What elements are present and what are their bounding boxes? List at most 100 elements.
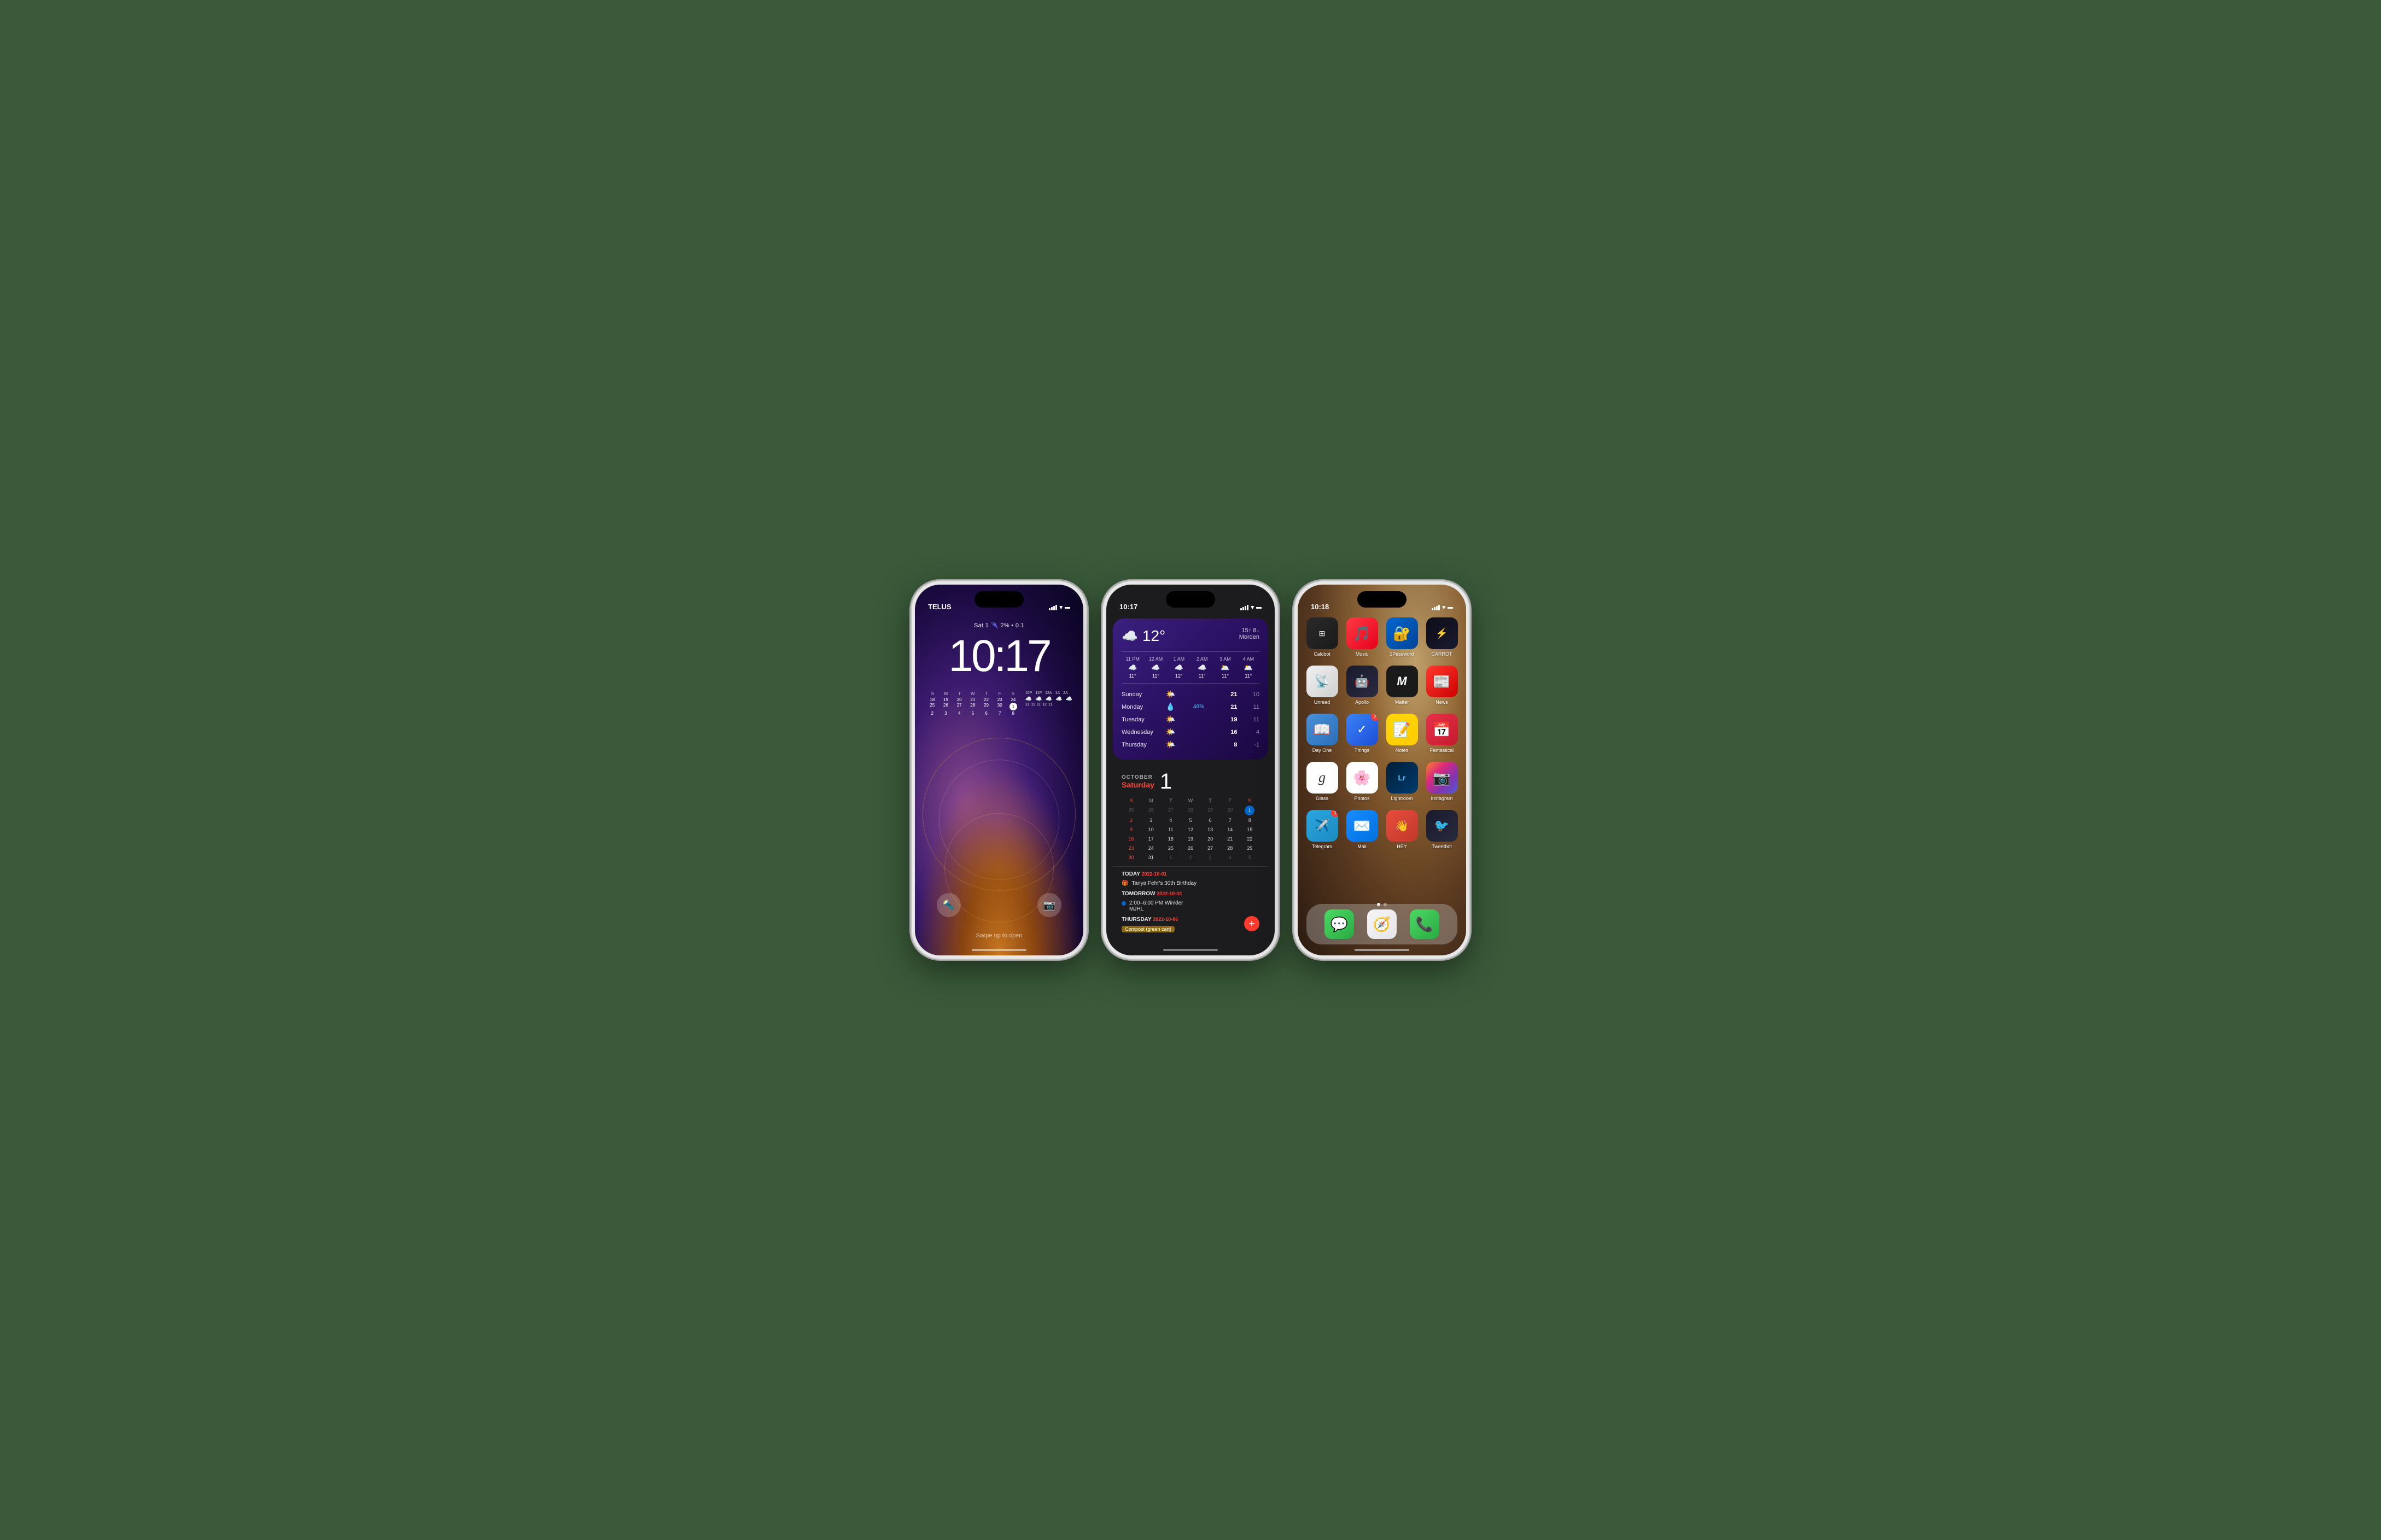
hourly-col-2: 12 AM ☁️ 11° xyxy=(1145,656,1166,679)
lock-weather-temps: 1211111211 xyxy=(1025,703,1072,707)
lock-screen: TELUS ▾ ▬ xyxy=(915,585,1083,955)
lock-swipe-text: Swipe up to open xyxy=(915,932,1083,939)
app-item-photos[interactable]: 🌸 Photos xyxy=(1344,762,1380,801)
weather-right: 15↑ 8↓ Morden xyxy=(1239,627,1259,640)
lock-home-indicator xyxy=(972,949,1026,951)
dock-messages[interactable]: 💬 xyxy=(1324,909,1354,939)
wifi-icon-3: ▾ xyxy=(1442,604,1445,611)
app-item-dayone[interactable]: 📖 Day One xyxy=(1304,714,1340,753)
phone-1-lockscreen: TELUS ▾ ▬ xyxy=(912,581,1087,959)
weather-location: Morden xyxy=(1239,634,1259,640)
carrier-phone1: TELUS xyxy=(928,603,952,611)
forecast-monday: Monday 💧 46% 21 11 xyxy=(1122,701,1259,713)
app-label-mail: Mail xyxy=(1357,844,1367,849)
app-item-matter[interactable]: M Matter xyxy=(1384,666,1420,705)
event-section-thursday: THURSDAY 2022-10-06 Compost (green cart) xyxy=(1122,917,1259,934)
app-icon-calcbot: ⊞ xyxy=(1306,617,1338,649)
app-label-lightroom: Lightroom xyxy=(1391,796,1413,801)
hourly-col-5: 3 AM 🌥️ 11° xyxy=(1214,656,1236,679)
phone3-home-indicator xyxy=(1355,949,1409,951)
app-item-fantastical[interactable]: 📅 Fantastical xyxy=(1424,714,1460,753)
weather-top: ☁️ 12° 15↑ 8↓ Morden xyxy=(1122,627,1259,645)
signal-bar-2 xyxy=(1051,607,1053,610)
forecast-wednesday: Wednesday 🌤️ 16 4 xyxy=(1122,726,1259,738)
app-item-carrot[interactable]: ⚡ CARROT xyxy=(1424,617,1460,657)
app-label-hey: HEY xyxy=(1397,844,1407,849)
phones-container: TELUS ▾ ▬ xyxy=(912,581,1469,959)
lock-cal-today: 1 xyxy=(1009,703,1017,710)
lock-cal-days-header: SMTWTFS xyxy=(926,691,1020,696)
time-phone3: 10:18 xyxy=(1311,603,1329,611)
app-icon-news: 📰 xyxy=(1426,666,1458,697)
home-screen: 10:18 ▾ ▬ xyxy=(1298,585,1466,955)
lock-weather-summary: 🌂 2% • 0.1 xyxy=(991,622,1024,629)
app-label-news: News xyxy=(1435,699,1448,705)
weather-icon-main: ☁️ xyxy=(1122,628,1138,644)
lock-weather-widget: 10P11P12A1A2A ☁️☁️☁️☁️☁️ 1211111211 xyxy=(1025,691,1072,716)
app-label-things: Things xyxy=(1355,748,1369,753)
phone-2-widgets: 10:17 ▾ ▬ ☁ xyxy=(1103,581,1278,959)
app-item-telegram[interactable]: ✈️ 1 Telegram xyxy=(1304,810,1340,849)
app-label-apollo: Apollo xyxy=(1355,699,1369,705)
app-item-apollo[interactable]: 🤖 Apollo xyxy=(1344,666,1380,705)
lock-time: 10:17 xyxy=(915,634,1083,679)
app-icon-instagram: 📷 xyxy=(1426,762,1458,794)
signal-bars xyxy=(1049,605,1057,610)
app-label-dayone: Day One xyxy=(1312,748,1332,753)
weather-widget[interactable]: ☁️ 12° 15↑ 8↓ Morden 11 PM ☁️ 11° xyxy=(1113,619,1268,760)
app-label-music: Music xyxy=(1356,651,1369,657)
app-item-glass[interactable]: g Glass xyxy=(1304,762,1340,801)
app-label-photos: Photos xyxy=(1354,796,1369,801)
app-item-mail[interactable]: ✉️ Mail xyxy=(1344,810,1380,849)
weather-forecast: Sunday 🌤️ 21 10 Monday 💧 46% 21 11 xyxy=(1122,683,1259,751)
lock-date-text: Sat 1 xyxy=(974,622,989,629)
cal-add-button[interactable]: + xyxy=(1244,916,1259,931)
phone2-home-indicator xyxy=(1163,949,1218,951)
wifi-icon: ▾ xyxy=(1059,604,1063,611)
lock-date-weather: Sat 1 🌂 2% • 0.1 xyxy=(915,622,1083,629)
cal-header: OCTOBER Saturday 1 xyxy=(1113,764,1268,796)
app-item-music[interactable]: 🎵 Music xyxy=(1344,617,1380,657)
app-icon-things: ✓ 7 xyxy=(1346,714,1378,745)
status-icons-phone2: ▾ ▬ xyxy=(1240,604,1262,611)
camera-button[interactable]: 📷 xyxy=(1037,893,1061,917)
app-icon-telegram: ✈️ 1 xyxy=(1306,810,1338,842)
things-badge: 7 xyxy=(1371,714,1378,721)
app-label-instagram: Instagram xyxy=(1431,796,1452,801)
lock-calendar-row: SMTWTFS 18192021222324 2526272829301 234… xyxy=(926,691,1072,716)
time-phone2: 10:17 xyxy=(1119,603,1137,611)
app-item-hey[interactable]: 👋 HEY xyxy=(1384,810,1420,849)
app-label-fantastical: Fantastical xyxy=(1430,748,1454,753)
event-birthday: 🎁 Tanya Fehr's 30th Birthday xyxy=(1122,879,1259,888)
app-label-telegram: Telegram xyxy=(1312,844,1332,849)
app-item-tweetbot[interactable]: 🐦 Tweetbot xyxy=(1424,810,1460,849)
app-grid: ⊞ Calcbot 🎵 Music 🔐 1Password ⚡ xyxy=(1304,617,1460,849)
app-item-things[interactable]: ✓ 7 Things xyxy=(1344,714,1380,753)
battery-icon-3: ▬ xyxy=(1448,604,1453,610)
signal-bar-1 xyxy=(1049,608,1051,610)
signal-bar-3 xyxy=(1053,606,1055,610)
app-item-calcbot[interactable]: ⊞ Calcbot xyxy=(1304,617,1340,657)
app-item-instagram[interactable]: 📷 Instagram xyxy=(1424,762,1460,801)
weather-temp-row: ☁️ 12° xyxy=(1122,627,1165,645)
signal-bars-2 xyxy=(1240,605,1248,610)
app-item-1password[interactable]: 🔐 1Password xyxy=(1384,617,1420,657)
app-item-unread[interactable]: 📡 Unread xyxy=(1304,666,1340,705)
app-item-lightroom[interactable]: Lr Lightroom xyxy=(1384,762,1420,801)
app-item-news[interactable]: 📰 News xyxy=(1424,666,1460,705)
app-label-unread: Unread xyxy=(1314,699,1330,705)
lock-bottom-icons: 🔦 📷 xyxy=(915,893,1083,917)
cal-grid-area: SMTWTFS 25 26 27 28 29 30 1 2 xyxy=(1113,796,1268,866)
dock-phone[interactable]: 📞 xyxy=(1410,909,1439,939)
event-tomorrow-header: TOMORROW 2022-10-02 xyxy=(1122,891,1259,897)
dock-safari[interactable]: 🧭 xyxy=(1367,909,1397,939)
flashlight-button[interactable]: 🔦 xyxy=(937,893,961,917)
calendar-widget[interactable]: OCTOBER Saturday 1 SMTWTFS xyxy=(1113,764,1268,938)
app-label-1password: 1Password xyxy=(1390,651,1414,657)
cal-days-header: SMTWTFS xyxy=(1122,796,1259,806)
wifi-icon-2: ▾ xyxy=(1251,604,1254,611)
event-compost: Compost (green cart) xyxy=(1122,925,1259,934)
hourly-col-3: 1 AM ☁️ 12° xyxy=(1168,656,1190,679)
app-icon-1password: 🔐 xyxy=(1386,617,1418,649)
app-item-notes[interactable]: 📝 Notes xyxy=(1384,714,1420,753)
